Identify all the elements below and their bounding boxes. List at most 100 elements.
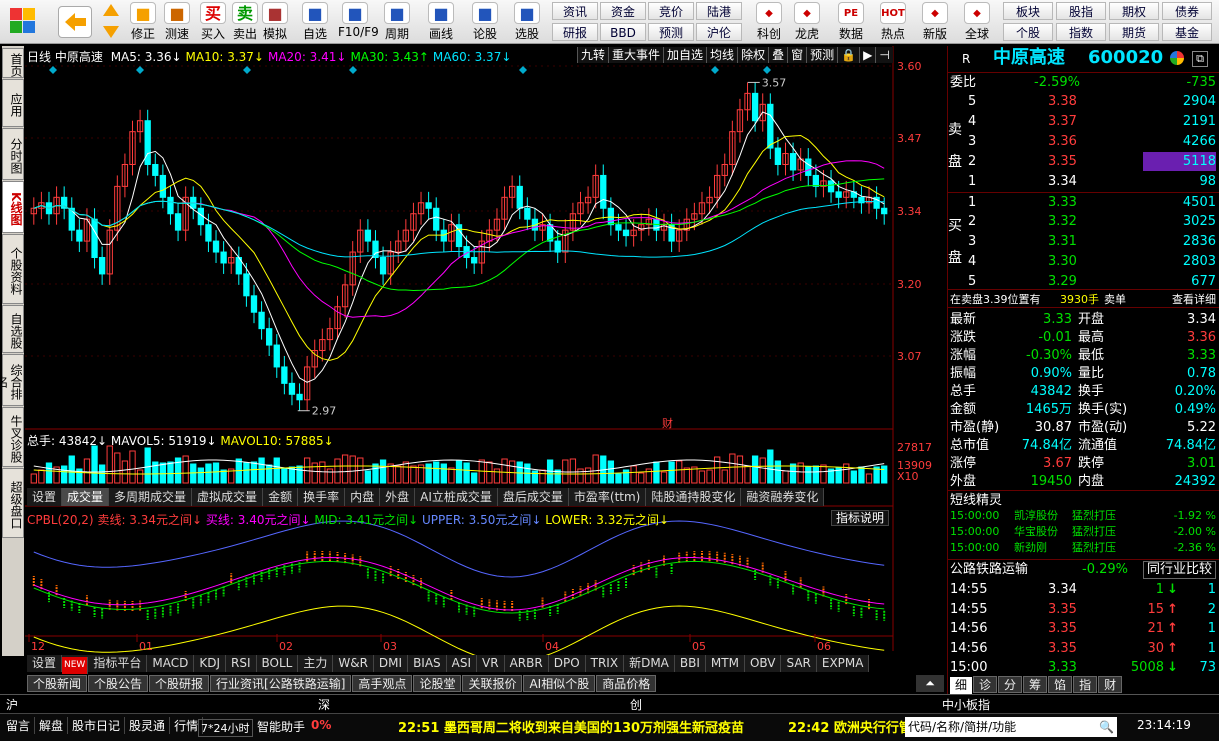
- volume-subtab-8[interactable]: AI立桩成交量: [415, 488, 498, 506]
- indicator-tab-20[interactable]: SAR: [781, 655, 817, 672]
- short-row[interactable]: 15:00:00 新劲刚 猛烈打压 -2.36 %: [948, 540, 1219, 556]
- toolbar-grid2-button[interactable]: 债券: [1162, 2, 1212, 20]
- toolbar-grid-button[interactable]: 陆港: [696, 2, 742, 20]
- toolbar-grid2-button[interactable]: 股指: [1056, 2, 1106, 20]
- toolbar-grid2-button[interactable]: 基金: [1162, 23, 1212, 41]
- toolbar-hammer-button[interactable]: ■ 模拟: [258, 2, 292, 42]
- toolbar-hot-button[interactable]: HOT 热点: [876, 2, 910, 42]
- collapse-icon[interactable]: ⏶: [916, 675, 944, 692]
- toolbar-grid-button[interactable]: 资金: [600, 2, 646, 20]
- chart-btn-1[interactable]: 重大事件: [608, 47, 664, 63]
- side-tab-0[interactable]: 首页: [2, 48, 24, 78]
- volume-subtab-4[interactable]: 金额: [263, 488, 299, 506]
- news-ticker-1[interactable]: 22:51 墨西哥周二将收到来自美国的130万剂强生新冠疫苗: [398, 717, 744, 736]
- right-tab-4[interactable]: 馅: [1048, 676, 1073, 693]
- indicator-tab-12[interactable]: VR: [477, 655, 505, 672]
- toolbar-grid-button[interactable]: 沪伦: [696, 23, 742, 41]
- chart-btn-0[interactable]: 九转: [577, 47, 609, 63]
- short-row[interactable]: 15:00:00 凯淳股份 猛烈打压 -1.92 %: [948, 508, 1219, 524]
- industry-compare-button[interactable]: 同行业比较: [1142, 561, 1216, 579]
- indicator-tab-6[interactable]: BOLL: [257, 655, 299, 672]
- side-tab-6[interactable]: 综合排名: [0, 354, 24, 406]
- page-down-icon[interactable]: [100, 22, 122, 40]
- toolbar-grid-button[interactable]: BBD: [600, 23, 646, 41]
- toolbar-grid2-button[interactable]: 期货: [1109, 23, 1159, 41]
- news-ticker-2[interactable]: 22:42 欧洲央行行管: [788, 717, 912, 736]
- indicator-tab-17[interactable]: BBI: [675, 655, 706, 672]
- search-input[interactable]: 代码/名称/简拼/功能 🔍: [905, 717, 1117, 737]
- toolbar-chart-button[interactable]: ◆ 科创: [752, 2, 786, 42]
- indicator-tab-5[interactable]: RSI: [226, 655, 257, 672]
- toolbar-grid2-button[interactable]: 指数: [1056, 23, 1106, 41]
- side-tab-4[interactable]: 个股资料: [2, 234, 24, 304]
- indicator-tab-1[interactable]: NEW: [62, 657, 89, 674]
- indicator-tab-4[interactable]: KDJ: [194, 655, 226, 672]
- view-detail-link[interactable]: 查看详细: [1172, 290, 1216, 309]
- toolbar-sell-button[interactable]: 卖卖出: [228, 2, 262, 42]
- info-tab-7[interactable]: AI相似个股: [523, 675, 596, 692]
- toolbar-pen-button[interactable]: ■ 修正: [126, 2, 160, 42]
- volume-subtab-9[interactable]: 盘后成交量: [498, 488, 569, 506]
- info-tab-4[interactable]: 高手观点: [352, 675, 413, 692]
- info-tab-0[interactable]: 个股新闻: [27, 675, 88, 692]
- toolbar-grid-button[interactable]: 预测: [648, 23, 694, 41]
- right-tab-3[interactable]: 筹: [1023, 676, 1048, 693]
- short-row[interactable]: 15:00:00 华宝股份 猛烈打压 -2.00 %: [948, 524, 1219, 540]
- indicator-tab-14[interactable]: DPO: [549, 655, 586, 672]
- chart-btn-4[interactable]: 除权: [737, 47, 769, 63]
- volume-subtab-1[interactable]: 成交量: [62, 488, 110, 506]
- toolbar-pe-button[interactable]: PE 数据: [834, 2, 868, 42]
- chart-btn-2[interactable]: 加自选: [663, 47, 707, 63]
- toolbar-f10-button[interactable]: ■ F10/F9: [338, 2, 379, 42]
- info-tab-2[interactable]: 个股研报: [149, 675, 210, 692]
- toolbar-talk-button[interactable]: ■ 论股: [468, 2, 502, 42]
- side-tab-7[interactable]: 牛叉诊股: [2, 407, 24, 467]
- indicator-tab-19[interactable]: OBV: [745, 655, 782, 672]
- volume-subtab-12[interactable]: 融资融券变化: [741, 488, 825, 506]
- indicator-explain-button[interactable]: 指标说明: [831, 510, 890, 526]
- toolbar-grid2-button[interactable]: 期权: [1109, 2, 1159, 20]
- chart-btn-5[interactable]: 叠: [768, 47, 788, 63]
- volume-subtab-3[interactable]: 虚拟成交量: [192, 488, 264, 506]
- side-tab-2[interactable]: 分时图: [2, 128, 24, 180]
- indicator-tab-18[interactable]: MTM: [706, 655, 745, 672]
- pin-icon[interactable]: ⊣: [875, 47, 893, 63]
- toolbar-star-button[interactable]: ■ 自选: [298, 2, 332, 42]
- info-tab-8[interactable]: 商品价格: [596, 675, 657, 692]
- side-tab-8[interactable]: 超级盘口: [2, 468, 24, 538]
- toolbar-draw-button[interactable]: ■ 画线: [424, 2, 458, 42]
- popout-icon[interactable]: ⧉: [1192, 51, 1208, 67]
- app-logo-icon[interactable]: [4, 6, 42, 38]
- side-tab-1[interactable]: 应用: [2, 79, 24, 127]
- indicator-tab-3[interactable]: MACD: [147, 655, 195, 672]
- right-tab-2[interactable]: 分: [998, 676, 1023, 693]
- info-tab-1[interactable]: 个股公告: [88, 675, 149, 692]
- chart-btn-6[interactable]: 窗: [787, 47, 807, 63]
- toolbar-pick-button[interactable]: ■ 选股: [510, 2, 544, 42]
- indicator-tab-7[interactable]: 主力: [298, 655, 334, 672]
- indicator-tab-9[interactable]: DMI: [374, 655, 409, 672]
- indicator-tab-16[interactable]: 新DMA: [624, 655, 675, 672]
- hours-label[interactable]: 7*24小时: [198, 719, 253, 737]
- toolbar-cycle-button[interactable]: ■ 周期: [380, 2, 414, 42]
- indicator-tab-13[interactable]: ARBR: [505, 655, 549, 672]
- right-tab-5[interactable]: 指: [1073, 676, 1098, 693]
- volume-subtab-2[interactable]: 多周期成交量: [109, 488, 193, 506]
- volume-subtab-10[interactable]: 市盈率(ttm): [569, 488, 647, 506]
- info-tab-6[interactable]: 关联报价: [462, 675, 523, 692]
- volume-subtab-5[interactable]: 换手率: [298, 488, 346, 506]
- indicator-tab-8[interactable]: W&R: [333, 655, 374, 672]
- toolbar-clock-button[interactable]: ■ 测速: [160, 2, 194, 42]
- indicator-tab-0[interactable]: 设置: [27, 655, 63, 672]
- right-tab-6[interactable]: 财: [1098, 676, 1123, 693]
- lock-icon[interactable]: 🔒: [837, 47, 860, 63]
- volume-subtab-6[interactable]: 内盘: [345, 488, 381, 506]
- kline-chart-area[interactable]: 3.60 3.47 3.34 3.20 3.07 3.57 2.97 财 27817 13909 X…: [25, 46, 945, 663]
- color-wheel-icon[interactable]: [1170, 51, 1184, 65]
- indicator-tab-11[interactable]: ASI: [447, 655, 478, 672]
- volume-subtab-11[interactable]: 陆股通持股变化: [646, 488, 742, 506]
- side-tab-3[interactable]: K线图: [2, 181, 24, 233]
- volume-subtab-0[interactable]: 设置: [27, 488, 63, 506]
- indicator-tab-21[interactable]: EXPMA: [817, 655, 870, 672]
- bottom-btn-0[interactable]: 留言: [2, 717, 36, 734]
